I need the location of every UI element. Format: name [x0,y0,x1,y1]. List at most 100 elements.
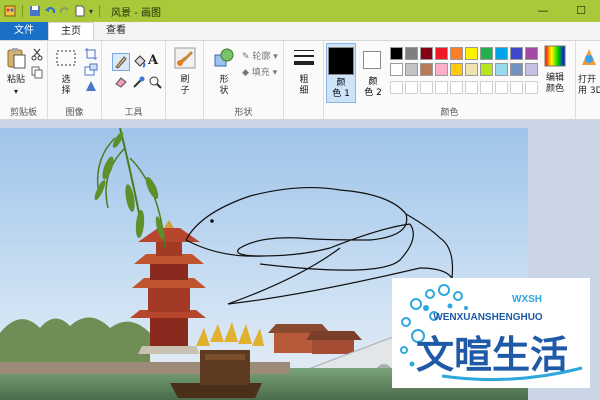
palette-swatch[interactable] [435,63,448,76]
palette-swatch[interactable] [480,63,493,76]
palette-swatch[interactable] [525,63,538,76]
redo-icon[interactable] [59,5,71,17]
open-paint3d-label-1: 打开 [578,75,597,85]
brushes-group: 刷 子 [166,41,204,121]
new-file-icon[interactable] [74,5,86,17]
paint3d-icon [582,49,596,65]
color1-label-2: 色 1 [332,89,350,99]
copy-icon[interactable] [30,65,44,79]
fill-label: 填充 [251,68,270,78]
pencil-tool[interactable] [112,53,130,71]
palette-swatch[interactable] [390,63,403,76]
brushes-label-1: 刷 [180,75,190,85]
tools-group: A 工具 [102,41,166,121]
shapes-label-1: 形 [219,75,229,85]
clipboard-group: 粘贴 ▾ 剪贴板 [0,41,48,121]
crop-icon[interactable] [84,47,98,61]
custom-color-slot[interactable] [525,81,538,94]
custom-color-slot[interactable] [465,81,478,94]
rotate-icon[interactable] [84,79,98,93]
window-controls: — ☐ [524,0,600,22]
palette-swatch[interactable] [510,63,523,76]
custom-color-slot[interactable] [495,81,508,94]
palette-swatch[interactable] [525,47,538,60]
paste-dropdown-icon[interactable]: ▾ [4,86,28,97]
canvas-area: WXSH WENXUANSHENGHUO 文暄生活 [0,121,600,400]
line-width-icon [294,50,314,65]
shapes-label-2: 状 [219,86,229,96]
palette-swatch[interactable] [465,47,478,60]
pencil-icon [115,56,127,69]
maximize-button[interactable]: ☐ [562,0,600,22]
color-picker-icon[interactable] [132,75,146,89]
custom-color-slot[interactable] [390,81,403,94]
custom-color-slot[interactable] [435,81,448,94]
palette-swatch[interactable] [495,47,508,60]
customize-dropdown-icon[interactable]: ▾ [89,7,93,16]
ribbon-tabs: 文件 主页 查看 [0,22,600,40]
color2-swatch [363,51,381,69]
outline-button[interactable]: ✎ 轮廓 ▾ [242,49,278,62]
color2-label-1: 颜 [368,77,378,87]
tools-group-label: 工具 [124,108,143,118]
undo-icon[interactable] [44,5,56,17]
custom-color-slot[interactable] [420,81,433,94]
edit-colors-icon [544,45,566,67]
colors-group-label: 颜色 [440,108,459,118]
image-group-label: 图像 [65,108,84,118]
tab-file[interactable]: 文件 [0,22,48,40]
palette-swatch[interactable] [405,47,418,60]
color2-label-2: 色 2 [364,88,382,98]
palette-swatch[interactable] [405,63,418,76]
fill-bucket-icon[interactable] [132,55,146,69]
custom-color-slot[interactable] [510,81,523,94]
palette-swatch[interactable] [465,63,478,76]
paste-button[interactable]: 粘贴 ▾ [4,47,28,97]
select-button[interactable]: 选 择 [52,47,80,97]
edit-colors-label-2: 颜色 [545,84,564,94]
window-title: 风景 - 画图 [111,7,161,19]
separator [99,5,101,17]
cut-icon[interactable] [30,47,44,61]
shapes-button[interactable]: 形 状 [210,47,238,97]
color2-button[interactable]: 颜 色 2 [358,43,388,103]
brushes-button[interactable]: 刷 子 [171,47,199,97]
select-label-2: 择 [61,86,71,96]
tab-view[interactable]: 查看 [94,22,138,40]
minimize-button[interactable]: — [524,0,562,22]
palette-swatch[interactable] [480,47,493,60]
size-button[interactable]: 粗 细 [290,47,318,97]
paint-app-icon[interactable] [4,5,16,17]
palette-swatch[interactable] [420,47,433,60]
fill-button[interactable]: ◆ 填充 ▾ [242,65,277,78]
palette-swatch[interactable] [435,47,448,60]
edit-colors-label-1: 编辑 [545,73,564,83]
palette-swatch[interactable] [450,63,463,76]
palette-swatch[interactable] [390,47,403,60]
palette-swatch[interactable] [450,47,463,60]
image-group: 选 择 图像 [48,41,102,121]
custom-color-slot[interactable] [405,81,418,94]
size-label-2: 细 [299,86,309,96]
open-paint3d-button[interactable]: 打开 用 3D [578,47,600,97]
edit-colors-button[interactable]: 编辑 颜色 [540,45,570,95]
palette-swatch[interactable] [495,63,508,76]
custom-color-slot[interactable] [480,81,493,94]
magnifier-icon[interactable] [148,75,162,89]
clipboard-group-label: 剪贴板 [9,108,37,118]
watermark-pinyin: WENXUANSHENGHUO [433,312,543,323]
watermark-chinese-name: 文暄生活 [416,333,568,377]
custom-color-slot[interactable] [450,81,463,94]
eraser-icon[interactable] [114,75,128,89]
palette-swatch[interactable] [510,47,523,60]
save-icon[interactable] [29,5,41,17]
resize-icon[interactable] [84,63,98,77]
paste-label: 粘贴 [6,75,25,85]
color1-label-1: 颜 [336,78,346,88]
text-tool-icon[interactable]: A [148,53,162,68]
palette-swatch[interactable] [420,63,433,76]
title-bar: ▾ 风景 - 画图 — ☐ [0,0,600,22]
tab-home[interactable]: 主页 [48,22,94,40]
separator [22,5,23,17]
color1-button[interactable]: 颜 色 1 [326,43,356,103]
